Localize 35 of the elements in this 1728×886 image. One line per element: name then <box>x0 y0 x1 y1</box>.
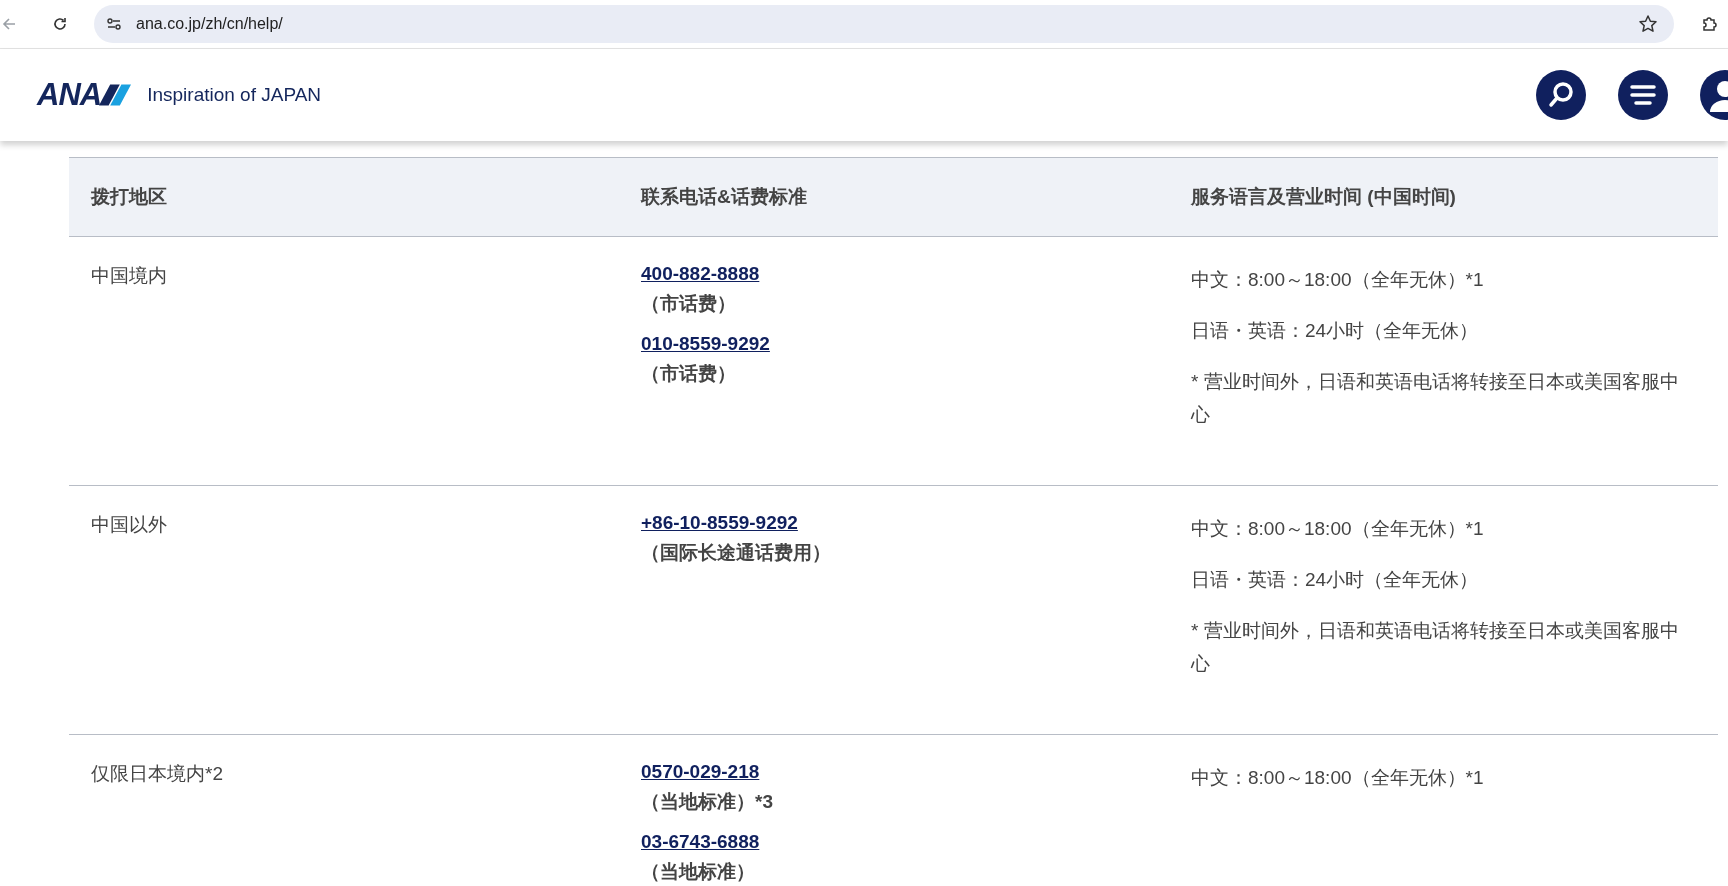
hours-text: 中文：8:00～18:00（全年无休）*1 <box>1191 268 1485 292</box>
search-icon[interactable] <box>1536 70 1586 120</box>
tagline-text: Inspiration of JAPAN <box>147 84 322 106</box>
hours-text: 中文：8:00～18:00（全年无休）*1 <box>1191 517 1485 541</box>
fee-note: （国际长途通话费用） <box>641 541 832 565</box>
star-icon[interactable] <box>1638 14 1658 34</box>
region-text: 中国境内 <box>91 265 167 286</box>
phone-link[interactable]: 010-8559-9292 <box>641 333 770 355</box>
puzzle-icon[interactable] <box>1700 14 1720 34</box>
menu-icon[interactable] <box>1618 70 1668 120</box>
hours-text: * 营业时间外，日语和英语电话将转接至日本或美国客服中心 <box>1191 619 1680 676</box>
hours-text: 中文：8:00～18:00（全年无休）*1 <box>1191 766 1485 790</box>
phone-link[interactable]: 400-882-8888 <box>641 263 760 285</box>
reload-icon[interactable] <box>52 16 68 32</box>
fee-note: （当地标准）*3 <box>641 790 774 814</box>
column-header: 服务语言及营业时间 (中国时间) <box>1190 185 1457 209</box>
region-text: 仅限日本境内*2 <box>91 763 223 784</box>
url-text: ana.co.jp/zh/cn/help/ <box>136 15 284 33</box>
fee-note: （市话费） <box>641 362 737 386</box>
hours-text: 日语・英语：24小时（全年无休） <box>1191 319 1480 343</box>
site-settings-icon[interactable] <box>106 16 122 32</box>
fee-note: （市话费） <box>641 292 737 316</box>
phone-link[interactable]: +86-10-8559-9292 <box>641 512 798 534</box>
fee-note: （当地标准） <box>641 860 756 884</box>
logo-text[interactable]: ANA <box>37 77 102 113</box>
column-header: 拨打地区 <box>89 185 168 209</box>
back-arrow-icon[interactable] <box>2 17 16 31</box>
region-text: 中国以外 <box>91 514 167 535</box>
phone-link[interactable]: 0570-029-218 <box>641 761 760 783</box>
hours-text: 日语・英语：24小时（全年无休） <box>1191 568 1480 592</box>
logo-stripes-icon <box>99 82 132 108</box>
hours-text: * 营业时间外，日语和英语电话将转接至日本或美国客服中心 <box>1191 370 1680 427</box>
column-header: 联系电话&话费标准 <box>639 185 808 209</box>
address-bar[interactable]: ana.co.jp/zh/cn/help/ <box>94 5 1674 43</box>
phone-link[interactable]: 03-6743-6888 <box>641 831 760 853</box>
